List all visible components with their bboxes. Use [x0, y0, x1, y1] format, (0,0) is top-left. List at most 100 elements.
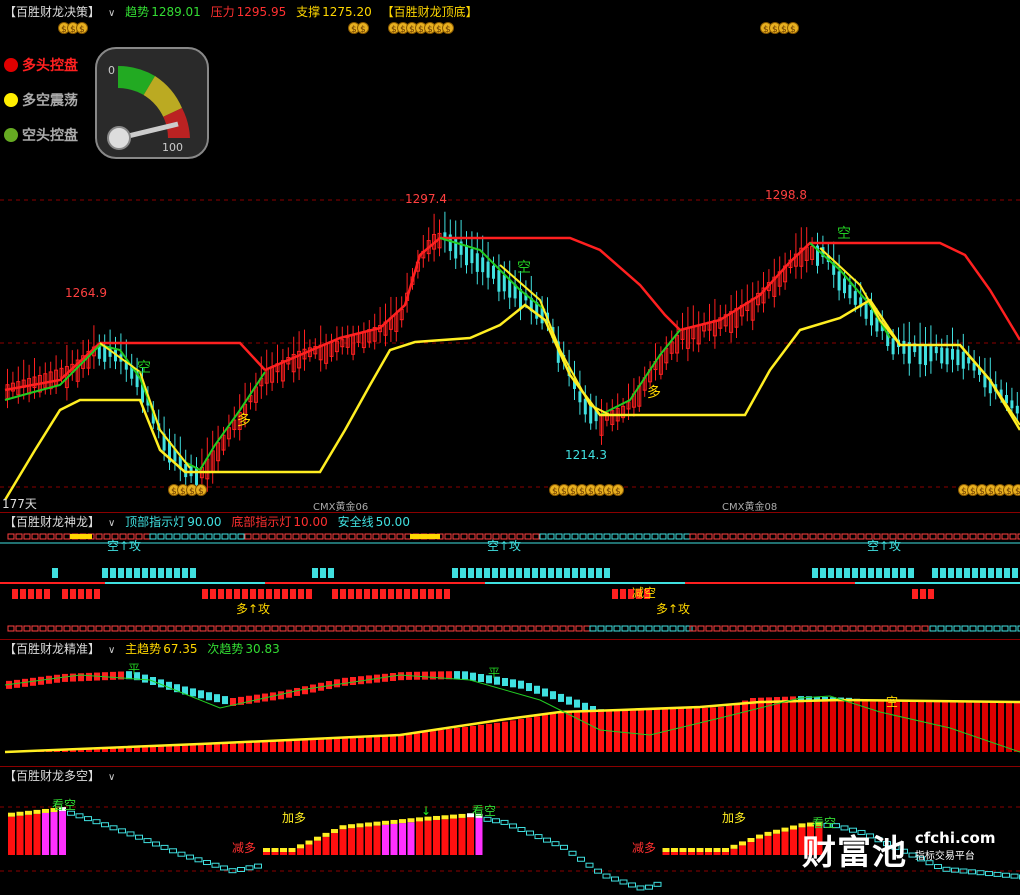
longshort-bar: [433, 819, 440, 855]
top-indicator-band: [244, 533, 252, 540]
sub-trend-bar: [646, 709, 652, 752]
chevron-down-icon[interactable]: ∨: [108, 8, 115, 19]
sub-trend-bar: [454, 727, 460, 752]
cyan-block: [956, 568, 962, 578]
support-value: 1275.20: [322, 5, 372, 19]
cyan-block: [174, 568, 180, 578]
coin-glyph: $: [409, 25, 415, 35]
dragon-title[interactable]: 【百胜财龙神龙】: [4, 515, 100, 529]
chevron-down-icon[interactable]: ∨: [108, 645, 115, 656]
coin-glyph: $: [189, 487, 195, 497]
main-trend-bar: [286, 689, 292, 698]
dragon-chart: 空↑攻 空↑攻 空↑攻减空多↑攻 多↑攻: [0, 533, 1020, 632]
bottom-indicator-band: [961, 625, 969, 632]
longshort-bar: [705, 852, 712, 855]
bottom-indicator-band: [271, 625, 279, 632]
chevron-down-icon[interactable]: ∨: [108, 518, 115, 529]
longshort-step: [101, 822, 109, 828]
longshort-bar: [8, 816, 15, 855]
top-indicator-band: [667, 533, 675, 540]
coin-glyph: $: [997, 487, 1003, 497]
coin-glyph: $: [561, 487, 567, 497]
main-trend-label: 主趋势: [125, 642, 162, 656]
top-indicator-band: [1009, 533, 1017, 540]
top-indicator-band: [31, 533, 39, 540]
cyan-block: [964, 568, 970, 578]
top-indicator-mark: [410, 534, 440, 539]
sub-trend-bar: [246, 741, 252, 752]
longshort-step: [118, 828, 126, 834]
longshort-cap: [373, 821, 381, 826]
bottom-indicator-band: [575, 625, 583, 632]
dragon-header: 【百胜财龙神龙】 ∨ 顶部指示灯 90.00 底部指示灯 10.00 安全线 50.00: [4, 514, 416, 530]
longshort-step: [492, 818, 500, 824]
red-block: [78, 589, 84, 599]
legend-range: 多空震荡: [4, 90, 78, 110]
red-block: [356, 589, 362, 599]
sub-trend-bar: [918, 700, 924, 752]
reduce-long-label: 减多: [632, 841, 656, 855]
top-indicator-band: [284, 533, 292, 540]
precision-title[interactable]: 【百胜财龙精准】: [4, 642, 100, 656]
top-indicator-band: [276, 533, 284, 540]
top-indicator-band: [149, 533, 157, 540]
top-indicator-band: [937, 533, 945, 540]
price-label: 1264.9: [65, 286, 107, 300]
cyan-block: [118, 568, 124, 578]
coin-glyph: $: [979, 487, 985, 497]
watermark-brand: 财富池: [802, 833, 907, 873]
top-indicator-band: [324, 533, 332, 540]
indicator-title[interactable]: 【百胜财龙决策】: [4, 5, 100, 19]
red-block: [372, 589, 378, 599]
candle-body: [1015, 405, 1019, 414]
bottom-indicator-band: [637, 625, 645, 632]
flat-signal: 平: [128, 662, 140, 676]
long-signal: 多: [647, 384, 661, 401]
red-dot-icon: [4, 58, 18, 72]
top-indicator-band: [587, 533, 595, 540]
bottom-indicator-band: [23, 625, 31, 632]
longshort-step: [577, 856, 585, 862]
longshort-bar: [662, 852, 670, 855]
longshort-bar: [322, 836, 330, 855]
top-indicator-band: [332, 533, 340, 540]
bottom-indicator-band: [1009, 625, 1017, 632]
red-block: [380, 589, 386, 599]
long-signal: 多: [237, 412, 251, 429]
sub-trend-bar: [294, 739, 300, 752]
sub-trend-bar: [622, 709, 628, 752]
bottom-indicator-band: [343, 625, 351, 632]
cyan-block: [564, 568, 570, 578]
sub-trend-bar: [430, 731, 436, 752]
longshort-cap: [8, 812, 15, 817]
cyan-block: [884, 568, 890, 578]
sub-trend-bar: [438, 730, 444, 752]
top-indicator-band: [452, 533, 460, 540]
bottom-indicator-band: [263, 625, 271, 632]
short-signal: 空: [886, 695, 898, 709]
red-block: [428, 589, 434, 599]
longshort-bar: [747, 842, 755, 855]
sub-trend-bar: [382, 735, 388, 752]
top-indicator-band: [157, 533, 165, 540]
sub-trend-bar: [926, 700, 932, 752]
sub-trend-bar: [566, 711, 572, 752]
top-indicator-band: [817, 533, 825, 540]
cyan-block: [948, 568, 954, 578]
sub-trend-bar: [878, 700, 884, 752]
cyan-block: [532, 568, 538, 578]
top-indicator-mark: [70, 534, 92, 539]
chevron-down-icon[interactable]: ∨: [108, 772, 115, 783]
longshort-bar: [688, 852, 695, 855]
bottom-indicator-band: [713, 625, 721, 632]
bottom-indicator-band: [415, 625, 423, 632]
sub-trend-bar: [550, 713, 556, 752]
longshort-bar: [314, 840, 321, 855]
longshort-cap: [747, 838, 755, 842]
bottom-indicator-band: [39, 625, 47, 632]
bottom-indicator-band: [1001, 625, 1009, 632]
candle-body: [843, 278, 846, 294]
longshort-title[interactable]: 【百胜财龙多空】: [4, 769, 100, 783]
cyan-block: [932, 568, 938, 578]
sub-trend-bar: [366, 736, 372, 752]
